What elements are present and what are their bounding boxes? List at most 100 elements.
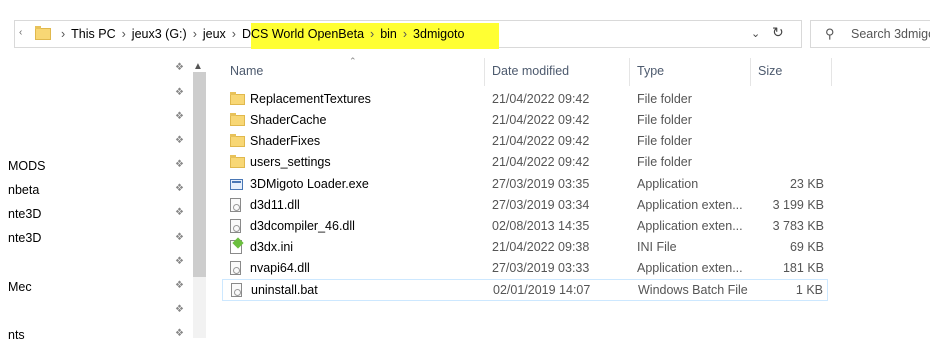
file-type: Application exten...	[637, 261, 743, 275]
folder-icon	[230, 155, 245, 168]
pin-icon[interactable]: ❖	[175, 328, 185, 339]
file-name: d3dcompiler_46.dll	[250, 219, 355, 233]
pin-icon[interactable]: ❖	[175, 87, 185, 98]
pin-icon[interactable]: ❖	[175, 111, 185, 122]
file-name: users_settings	[250, 155, 331, 169]
ini-icon	[230, 240, 242, 254]
pin-icon[interactable]: ❖	[175, 135, 185, 146]
exe-icon	[230, 179, 243, 190]
nav-item[interactable]: nte3D	[8, 231, 41, 245]
nav-item[interactable]: nte3D	[8, 207, 41, 221]
column-divider[interactable]	[750, 58, 751, 86]
nav-item[interactable]: Mec	[8, 280, 32, 294]
column-header-name[interactable]: Name	[230, 64, 263, 84]
file-type: File folder	[637, 134, 692, 148]
chevron-right-icon[interactable]: ›	[232, 27, 236, 41]
column-divider[interactable]	[484, 58, 485, 86]
scroll-up-icon[interactable]: ▲	[193, 61, 203, 72]
file-date: 27/03/2019 03:35	[492, 177, 590, 191]
table-row[interactable]: 3DMigoto Loader.exe 27/03/2019 03:35 App…	[222, 174, 828, 195]
expand-arrow-icon[interactable]: ‹	[19, 27, 22, 38]
search-icon: ⚲	[825, 26, 835, 41]
table-row[interactable]: nvapi64.dll 27/03/2019 03:33 Application…	[222, 258, 828, 279]
pin-icon[interactable]: ❖	[175, 256, 185, 267]
file-size: 3 199 KB	[772, 198, 824, 212]
folder-icon	[230, 113, 245, 126]
table-row[interactable]: ShaderCache 21/04/2022 09:42 File folder	[222, 110, 828, 131]
file-date: 21/04/2022 09:42	[492, 113, 590, 127]
file-date: 21/04/2022 09:42	[492, 92, 590, 106]
dll-icon	[230, 198, 241, 212]
chevron-right-icon[interactable]: ›	[122, 27, 126, 41]
file-size: 1 KB	[795, 283, 823, 297]
file-type: INI File	[637, 240, 677, 254]
refresh-icon[interactable]: ↻	[772, 24, 784, 41]
file-date: 02/01/2019 14:07	[493, 283, 591, 297]
file-type: Application exten...	[637, 219, 743, 233]
pin-icon[interactable]: ❖	[175, 62, 185, 73]
pin-icon[interactable]: ❖	[175, 304, 185, 315]
breadcrumb-item[interactable]: This PC	[71, 27, 115, 41]
file-name: ShaderCache	[250, 113, 327, 127]
file-size: 23 KB	[789, 177, 824, 191]
table-row[interactable]: ReplacementTextures 21/04/2022 09:42 Fil…	[222, 89, 828, 110]
chevron-down-icon[interactable]: ⌄	[751, 27, 760, 40]
file-date: 27/03/2019 03:34	[492, 198, 590, 212]
file-name: d3dx.ini	[250, 240, 294, 254]
file-type: File folder	[637, 155, 692, 169]
nav-item[interactable]: MODS	[8, 159, 46, 173]
table-row[interactable]: d3dx.ini 21/04/2022 09:38 INI File 69 KB	[222, 237, 828, 258]
file-size: 3 783 KB	[772, 219, 824, 233]
breadcrumb-item[interactable]: bin	[380, 27, 397, 41]
sort-up-icon: ⌃	[349, 56, 357, 66]
search-placeholder: Search 3dmigo	[851, 27, 930, 41]
column-header-date[interactable]: Date modified	[492, 64, 569, 84]
pin-icon[interactable]: ❖	[175, 159, 185, 170]
table-row[interactable]: d3dcompiler_46.dll 02/08/2013 14:35 Appl…	[222, 216, 828, 237]
nav-item[interactable]: nts	[8, 328, 25, 342]
pin-icon[interactable]: ❖	[175, 280, 185, 291]
file-size: 69 KB	[789, 240, 824, 254]
file-name: 3DMigoto Loader.exe	[250, 177, 369, 191]
file-name: ShaderFixes	[250, 134, 321, 148]
file-date: 21/04/2022 09:42	[492, 155, 590, 169]
file-type: Windows Batch File	[638, 283, 748, 297]
breadcrumb-item[interactable]: jeux	[203, 27, 226, 41]
breadcrumb-item[interactable]: jeux3 (G:)	[132, 27, 187, 41]
table-row[interactable]: d3d11.dll 27/03/2019 03:34 Application e…	[222, 195, 828, 216]
file-date: 27/03/2019 03:33	[492, 261, 590, 275]
column-header-type[interactable]: Type	[637, 64, 664, 84]
file-date: 02/08/2013 14:35	[492, 219, 590, 233]
chevron-right-icon[interactable]: ›	[370, 27, 374, 41]
file-name: d3d11.dll	[250, 198, 300, 212]
file-type: File folder	[637, 92, 692, 106]
column-header-size[interactable]: Size	[758, 64, 782, 84]
file-name: nvapi64.dll	[250, 261, 310, 275]
chevron-right-icon[interactable]: ›	[193, 27, 197, 41]
address-bar[interactable]: ‹ › This PC › jeux3 (G:) › jeux › DCS Wo…	[14, 20, 802, 49]
table-row[interactable]: users_settings 21/04/2022 09:42 File fol…	[222, 152, 828, 173]
nav-scrollbar-thumb[interactable]	[193, 72, 206, 277]
breadcrumb-item[interactable]: 3dmigoto	[413, 27, 464, 41]
pin-icon[interactable]: ❖	[175, 207, 185, 218]
chevron-right-icon[interactable]: ›	[403, 27, 407, 41]
folder-icon	[35, 26, 51, 40]
table-row[interactable]: uninstall.bat 02/01/2019 14:07 Windows B…	[222, 279, 828, 301]
search-box[interactable]: ⚲ Search 3dmigo	[810, 20, 930, 48]
folder-icon	[230, 134, 245, 147]
table-row[interactable]: ShaderFixes 21/04/2022 09:42 File folder	[222, 131, 828, 152]
pin-icon[interactable]: ❖	[175, 183, 185, 194]
column-divider[interactable]	[629, 58, 630, 86]
pin-icon[interactable]: ❖	[175, 232, 185, 243]
dll-icon	[230, 261, 241, 275]
file-type: Application	[637, 177, 699, 191]
breadcrumb-item[interactable]: DCS World OpenBeta	[242, 27, 364, 41]
breadcrumb: › This PC › jeux3 (G:) › jeux › DCS Worl…	[55, 21, 464, 47]
column-divider[interactable]	[831, 58, 832, 86]
file-date: 21/04/2022 09:38	[492, 240, 590, 254]
nav-item[interactable]: nbeta	[8, 183, 39, 197]
window-top-edge	[0, 0, 930, 8]
file-name: uninstall.bat	[251, 283, 318, 297]
chevron-right-icon[interactable]: ›	[61, 27, 65, 41]
file-type: Application exten...	[637, 198, 743, 212]
